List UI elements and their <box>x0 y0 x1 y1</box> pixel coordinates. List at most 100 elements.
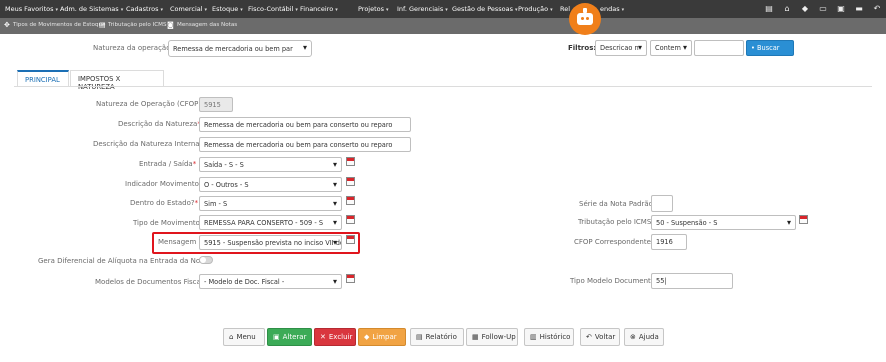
gera-diferencial-toggle[interactable] <box>199 256 213 264</box>
chevron-down-icon: ▾ <box>637 43 642 52</box>
alterar-button[interactable]: ▣ Alterar <box>267 328 312 346</box>
relatorio-button[interactable]: ▤ Relatório <box>410 328 464 346</box>
historico-button[interactable]: ▥ Histórico <box>524 328 574 346</box>
menu-producao[interactable]: Produção ▾ <box>518 5 553 13</box>
tab-divider <box>14 86 872 87</box>
calendar-icon[interactable] <box>346 215 355 224</box>
menu-estoque[interactable]: Estoque ▾ <box>212 5 243 13</box>
descricao-natureza-field[interactable]: Remessa de mercadoria ou bem para conser… <box>199 117 411 132</box>
mensagem-label: Mensagem <box>158 238 197 246</box>
save-icon: ▣ <box>273 333 280 341</box>
search-icon: • <box>751 44 755 52</box>
indicador-movimento-label: Indicador Movimento <box>125 180 199 188</box>
chevron-down-icon: ▾ <box>332 277 337 286</box>
chat-icon: ◙ <box>167 21 174 29</box>
eraser-icon: ◆ <box>364 333 370 341</box>
top-menu-bar: Meus Favoritos ▾ Adm. de Sistemas ▾ Cadast… <box>0 0 886 18</box>
window-alt-icon[interactable]: ▣ <box>836 4 846 14</box>
filtro-valor-input[interactable] <box>694 40 744 56</box>
chevron-down-icon: ▾ <box>302 43 307 52</box>
filtro-campo-select[interactable]: Descricao n ▾ <box>595 40 647 56</box>
tipo-modelo-label: Tipo Modelo Documento <box>570 277 656 285</box>
followup-button[interactable]: ▦ Follow-Up <box>466 328 518 346</box>
entrada-saida-label: Entrada / Saída* <box>139 160 197 168</box>
voltar-button[interactable]: ↶ Voltar <box>580 328 620 346</box>
back-arrow-icon: ↶ <box>586 333 592 341</box>
tipo-movimento-label: Tipo de Movimento <box>133 219 200 227</box>
menu-adm-sistemas[interactable]: Adm. de Sistemas ▾ <box>60 5 123 13</box>
chevron-down-icon: ▾ <box>332 199 337 208</box>
descricao-interna-field[interactable]: Remessa de mercadoria ou bem para conser… <box>199 137 411 152</box>
menu-gestao-pessoas[interactable]: Gestão de Pessoas ▾ <box>452 5 518 13</box>
menu-button[interactable]: ⌂ Menu <box>223 328 265 346</box>
filtro-operador-select[interactable]: Contem ▾ <box>650 40 692 56</box>
document-icon: ▤ <box>99 21 106 29</box>
tipo-modelo-field[interactable]: 55| <box>651 273 733 289</box>
breadcrumb-mensagem-notas[interactable]: Mensagem das Notas <box>177 22 237 28</box>
move-icon: ✥ <box>4 21 10 29</box>
menu-rel[interactable]: Rel <box>560 5 570 13</box>
tab-impostos-natureza[interactable]: IMPOSTOS X NATUREZA <box>70 70 164 91</box>
menu-cadastros[interactable]: Cadastros ▾ <box>126 5 163 13</box>
buscar-button[interactable]: • Buscar <box>746 40 794 56</box>
menu-comercial[interactable]: Comercial ▾ <box>170 5 207 13</box>
list-icon: ▦ <box>472 333 479 341</box>
calendar-icon[interactable] <box>799 215 808 224</box>
screen-icon[interactable]: ▬ <box>854 4 864 14</box>
descricao-natureza-label: Descrição da Natureza* <box>118 120 201 128</box>
chevron-down-icon: ▾ <box>786 218 791 227</box>
chevron-down-icon: ▾ <box>332 180 337 189</box>
breadcrumb: ✥ Tipos de Movimentos de Estoque ▤ Tribu… <box>0 18 886 34</box>
filtros-label: Filtros: <box>568 44 597 52</box>
eraser-icon[interactable]: ◆ <box>800 4 810 14</box>
close-icon: ✕ <box>320 333 326 341</box>
entrada-saida-select[interactable]: Saída - S - S ▾ <box>199 157 342 172</box>
chevron-down-icon: ▾ <box>332 218 337 227</box>
menu-inf-gerenciais[interactable]: Inf. Gerenciais ▾ <box>397 5 448 13</box>
dentro-estado-label: Dentro do Estado?* <box>130 199 199 207</box>
mensagem-select[interactable]: 5915 - Suspensão prevista no inciso VII … <box>199 235 342 250</box>
modelos-documentos-select[interactable]: - Modelo de Doc. Fiscal - ▾ <box>199 274 342 289</box>
home-icon[interactable]: ⌂ <box>782 4 792 14</box>
tributacao-icms-select[interactable]: 50 - Suspensão - S ▾ <box>651 215 796 230</box>
tipo-movimento-select[interactable]: REMESSA PARA CONSERTO - 509 - S ▾ <box>199 215 342 230</box>
menu-projetos[interactable]: Projetos ▾ <box>358 5 389 13</box>
robot-assistant-icon[interactable] <box>569 3 601 35</box>
breadcrumb-tipos-movimentos[interactable]: Tipos de Movimentos de Estoque <box>13 22 105 28</box>
back-arrow-icon[interactable]: ↶ <box>872 4 882 14</box>
history-icon: ▥ <box>530 333 537 341</box>
menu-meus-favoritos[interactable]: Meus Favoritos ▾ <box>5 5 58 13</box>
tributacao-icms-label: Tributação pelo ICMS <box>578 218 652 226</box>
breadcrumb-tributacao-icms[interactable]: Tributação pelo ICMS <box>108 22 167 28</box>
print-icon[interactable]: ▤ <box>764 4 774 14</box>
excluir-button[interactable]: ✕ Excluir <box>314 328 356 346</box>
report-icon: ▤ <box>416 333 423 341</box>
cfop-label: Natureza de Operação (CFOP)* <box>96 100 205 108</box>
calendar-icon[interactable] <box>346 235 355 244</box>
serie-nota-label: Série da Nota Padrão <box>579 200 653 208</box>
menu-vendas[interactable]: endas ▾ <box>600 5 624 13</box>
tab-principal[interactable]: PRINCIPAL <box>17 70 69 86</box>
help-icon: ⊗ <box>630 333 636 341</box>
calendar-icon[interactable] <box>346 177 355 186</box>
cfop-correspondente-label: CFOP Correspondente* <box>574 238 654 246</box>
window-icon[interactable]: ▭ <box>818 4 828 14</box>
calendar-icon[interactable] <box>346 274 355 283</box>
dentro-estado-select[interactable]: Sim - S ▾ <box>199 196 342 211</box>
limpar-button[interactable]: ◆ Limpar <box>358 328 406 346</box>
serie-nota-field[interactable] <box>651 195 673 212</box>
descricao-interna-label: Descrição da Natureza Interna* <box>93 140 203 148</box>
menu-financeiro[interactable]: Financeiro ▾ <box>300 5 338 13</box>
gera-diferencial-label: Gera Diferencial de Alíquota na Entrada … <box>38 257 211 265</box>
calendar-icon[interactable] <box>346 196 355 205</box>
ajuda-button[interactable]: ⊗ Ajuda <box>624 328 664 346</box>
calendar-icon[interactable] <box>346 157 355 166</box>
cfop-correspondente-field[interactable]: 1916 <box>651 234 687 250</box>
cfop-field: 5915 <box>199 97 233 112</box>
modelos-documentos-label: Modelos de Documentos Fiscais <box>95 278 207 286</box>
menu-fisco-contabil[interactable]: Fisco-Contábil ▾ <box>248 5 298 13</box>
chevron-down-icon: ▾ <box>332 238 337 247</box>
indicador-movimento-select[interactable]: O - Outros - S ▾ <box>199 177 342 192</box>
natureza-operacao-label: Natureza da operação <box>93 44 171 52</box>
natureza-operacao-select[interactable]: Remessa de mercadoria ou bem par ▾ <box>168 40 312 57</box>
